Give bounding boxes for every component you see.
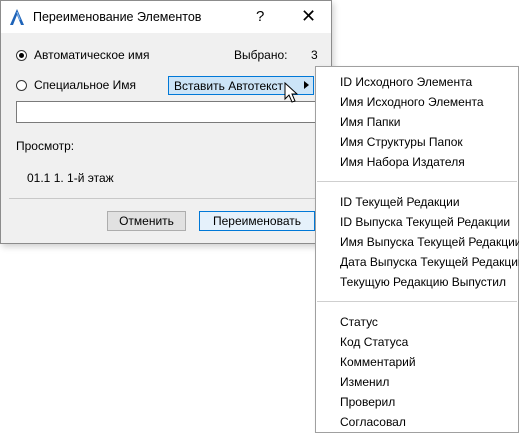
autotext-menu-item[interactable]: Имя Выпуска Текущей Редакции xyxy=(340,235,519,249)
insert-autotext-label: Вставить Автотекст xyxy=(174,79,284,93)
auto-name-label[interactable]: Автоматическое имя xyxy=(34,48,149,62)
menu-separator xyxy=(317,181,517,182)
autotext-menu-item[interactable]: ID Выпуска Текущей Редакции xyxy=(340,215,510,229)
archicad-app-icon xyxy=(10,9,24,25)
radio-selected-dot xyxy=(19,53,24,58)
auto-name-radio[interactable] xyxy=(16,50,27,61)
submenu-arrow-icon xyxy=(304,81,309,89)
autotext-menu-item[interactable]: Имя Набора Издателя xyxy=(340,155,465,169)
custom-name-label[interactable]: Специальное Имя xyxy=(34,78,136,92)
close-button[interactable]: ✕ xyxy=(301,4,316,28)
autotext-menu-item[interactable]: Комментарий xyxy=(340,355,416,369)
preview-value: 01.1 1. 1-й этаж xyxy=(27,171,114,185)
menu-separator xyxy=(317,301,517,302)
autotext-dropdown-menu: ID Исходного Элемента Имя Исходного Элеме… xyxy=(315,66,519,433)
autotext-menu-item[interactable]: Проверил xyxy=(340,395,395,409)
autotext-menu-item[interactable]: Дата Выпуска Текущей Редакции xyxy=(340,255,519,269)
autotext-menu-item[interactable]: Имя Папки xyxy=(340,115,400,129)
selected-label: Выбрано: xyxy=(234,48,288,62)
autotext-menu-item[interactable]: Текущую Редакцию Выпустил xyxy=(340,275,506,289)
custom-name-radio[interactable] xyxy=(16,80,27,91)
mouse-cursor-icon xyxy=(284,82,299,103)
autotext-menu-item[interactable]: ID Текущей Редакции xyxy=(340,195,460,209)
preview-label: Просмотр: xyxy=(16,139,75,153)
rename-elements-dialog: Переименование Элементов ? ✕ Автоматичес… xyxy=(0,0,332,244)
autotext-menu-item[interactable]: Статус xyxy=(340,315,378,329)
autotext-menu-item[interactable]: Согласовал xyxy=(340,415,406,429)
selected-count: 3 xyxy=(311,48,318,62)
autotext-menu-item[interactable]: Имя Структуры Папок xyxy=(340,135,463,149)
help-button[interactable]: ? xyxy=(256,8,264,25)
autotext-menu-item[interactable]: Изменил xyxy=(340,375,389,389)
custom-name-input[interactable] xyxy=(16,101,316,123)
autotext-menu-item[interactable]: Имя Исходного Элемента xyxy=(340,95,484,109)
cancel-button[interactable]: Отменить xyxy=(107,211,186,231)
dialog-title: Переименование Элементов xyxy=(33,10,202,24)
rename-button[interactable]: Переименовать xyxy=(199,211,315,231)
dialog-divider xyxy=(9,198,325,199)
autotext-menu-item[interactable]: ID Исходного Элемента xyxy=(340,75,472,89)
autotext-menu-item[interactable]: Код Статуса xyxy=(340,335,408,349)
title-bar: Переименование Элементов ? ✕ xyxy=(1,1,331,33)
